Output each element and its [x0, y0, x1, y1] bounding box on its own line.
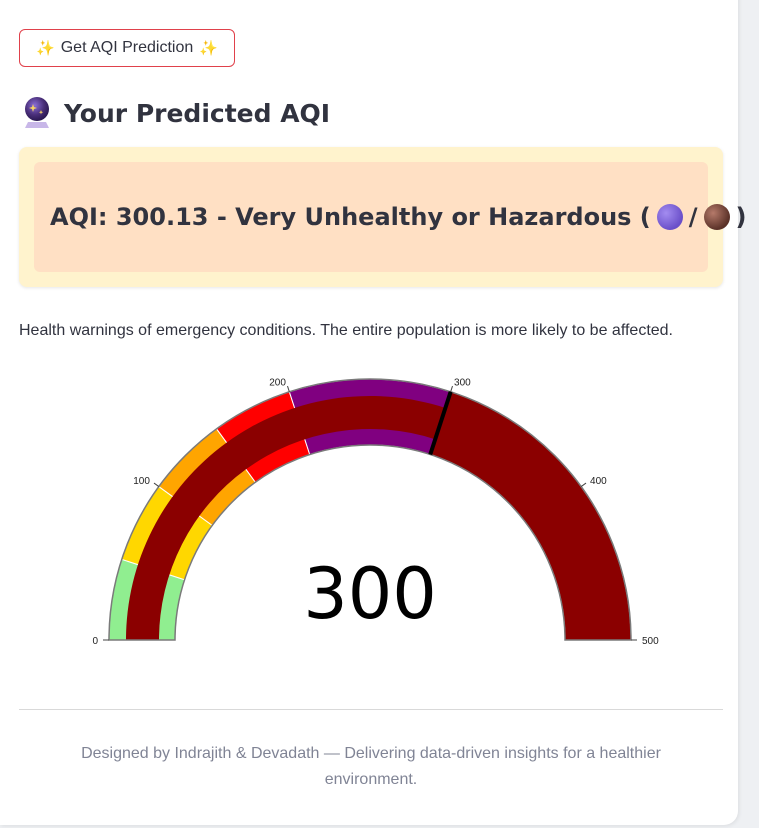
- prediction-result-box: AQI: 300.13 - Very Unhealthy or Hazardou…: [19, 147, 747, 287]
- gauge-value-number: 300: [303, 553, 437, 635]
- heading-text: Your Predicted AQI: [64, 98, 331, 128]
- gauge-tick-label: 500: [642, 636, 659, 647]
- sparkles-icon: ✨: [36, 40, 55, 57]
- gauge-tick-mark: [580, 482, 587, 487]
- purple-circle-icon: [656, 204, 683, 230]
- predict-button-label: Get AQI Prediction: [60, 39, 194, 56]
- gauge-tick-label: 0: [92, 636, 98, 647]
- gauge-tick-label: 300: [454, 377, 471, 388]
- page-heading: Your Predicted AQI: [22, 96, 330, 130]
- gauge-tick-mark: [287, 385, 290, 392]
- gauge-tick-label: 200: [269, 377, 286, 388]
- aqi-result-suffix: ): [735, 203, 747, 231]
- crystal-ball-icon: [25, 97, 49, 128]
- sparkles-icon: ✨: [199, 40, 218, 57]
- aqi-gauge-chart: 0 100 200 300 400 500 300: [92, 377, 659, 647]
- aqi-result-prefix: AQI: 300.13 - Very Unhealthy or Hazardou…: [50, 203, 651, 231]
- aqi-result-separator: /: [688, 203, 698, 231]
- prediction-result-inner: AQI: 300.13 - Very Unhealthy or Hazardou…: [34, 162, 747, 272]
- footer: Designed by Indrajith & Devadath — Deliv…: [19, 741, 723, 793]
- gauge-tick-label: 400: [590, 476, 607, 487]
- footer-divider: [19, 709, 723, 710]
- health-warning-text: Health warnings of emergency conditions.…: [19, 322, 673, 339]
- footer-line-1: Designed by Indrajith & Devadath — Deliv…: [81, 745, 661, 762]
- footer-line-2: environment.: [324, 771, 418, 788]
- brown-circle-icon: [703, 204, 730, 230]
- gauge-tick-mark: [450, 385, 453, 392]
- gauge-tick-label: 100: [133, 476, 150, 487]
- gauge-step-5: [429, 391, 632, 641]
- aqi-result-text: AQI: 300.13 - Very Unhealthy or Hazardou…: [50, 203, 747, 231]
- gauge-tick-mark: [153, 482, 160, 487]
- get-aqi-prediction-button[interactable]: ✨ Get AQI Prediction ✨: [19, 29, 235, 67]
